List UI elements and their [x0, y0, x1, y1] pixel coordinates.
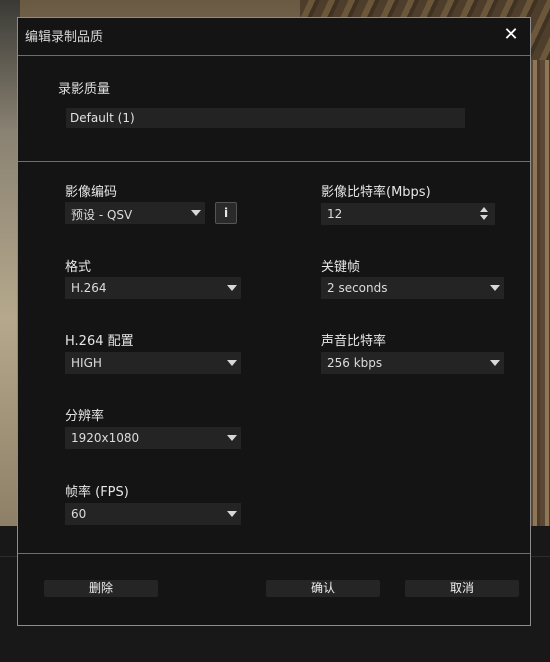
resolution-value: 1920x1080 [71, 431, 140, 445]
profile-label: H.264 配置 [65, 334, 134, 349]
quality-name-input[interactable]: Default (1) [66, 108, 465, 128]
audio-bitrate-select[interactable]: 256 kbps [321, 352, 504, 374]
chevron-down-icon [227, 285, 237, 291]
chevron-down-icon [490, 360, 500, 366]
format-select[interactable]: H.264 [65, 277, 241, 299]
keyframe-value: 2 seconds [327, 281, 388, 295]
dialog-titlebar: 编辑录制品质 ✕ [18, 18, 530, 56]
info-icon[interactable]: i [215, 202, 237, 224]
profile-value: HIGH [71, 356, 102, 370]
delete-button[interactable]: 删除 [44, 580, 158, 597]
confirm-button[interactable]: 确认 [266, 580, 380, 597]
keyframe-select[interactable]: 2 seconds [321, 277, 504, 299]
chevron-down-icon [227, 511, 237, 517]
video-encoder-select[interactable]: 预设 - QSV [65, 202, 205, 224]
format-value: H.264 [71, 281, 107, 295]
quality-label: 录影质量 [58, 82, 111, 97]
video-encoder-label: 影像编码 [65, 185, 118, 200]
edit-recording-quality-dialog: 编辑录制品质 ✕ 录影质量 Default (1) 影像编码 预设 - QSV … [17, 17, 531, 626]
chevron-down-icon [227, 360, 237, 366]
framerate-value: 60 [71, 507, 87, 521]
dialog-title: 编辑录制品质 [25, 30, 104, 45]
framerate-select[interactable]: 60 [65, 503, 241, 525]
stepper-down-icon[interactable] [480, 215, 488, 220]
framerate-label: 帧率 (FPS) [65, 485, 129, 500]
bottom-divider [18, 553, 530, 554]
chevron-down-icon [191, 210, 201, 216]
resolution-label: 分辨率 [65, 409, 105, 424]
video-encoder-value: 预设 - QSV [71, 208, 133, 222]
video-bitrate-value: 12 [327, 207, 343, 221]
resolution-select[interactable]: 1920x1080 [65, 427, 241, 449]
close-icon[interactable]: ✕ [500, 24, 522, 46]
audio-bitrate-value: 256 kbps [327, 356, 383, 370]
video-bitrate-label: 影像比特率(Mbps) [321, 185, 431, 200]
profile-select[interactable]: HIGH [65, 352, 241, 374]
top-divider [18, 161, 530, 162]
stepper-up-icon[interactable] [480, 207, 488, 212]
keyframe-label: 关键帧 [321, 260, 361, 275]
chevron-down-icon [227, 435, 237, 441]
video-bitrate-stepper[interactable]: 12 [321, 203, 495, 225]
chevron-down-icon [490, 285, 500, 291]
cancel-button[interactable]: 取消 [405, 580, 519, 597]
background-right-fence [528, 60, 550, 530]
format-label: 格式 [65, 260, 92, 275]
audio-bitrate-label: 声音比特率 [321, 334, 387, 349]
